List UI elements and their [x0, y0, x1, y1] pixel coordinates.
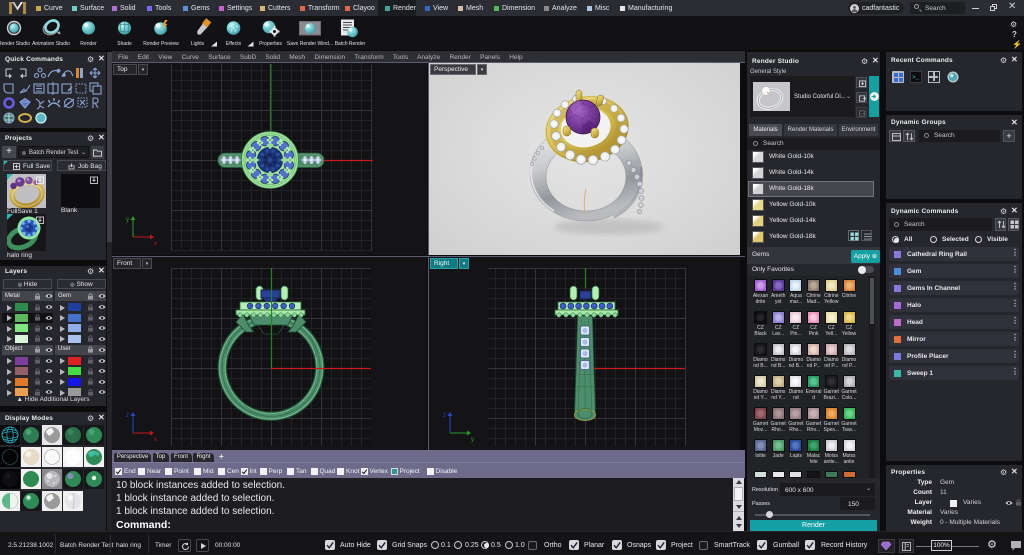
svg-text:x: x [154, 241, 157, 247]
svg-text:y: y [471, 437, 474, 443]
svg-text:z: z [126, 413, 129, 419]
svg-text:z: z [443, 413, 446, 419]
svg-text:y: y [126, 217, 129, 223]
svg-text:x: x [154, 437, 157, 443]
